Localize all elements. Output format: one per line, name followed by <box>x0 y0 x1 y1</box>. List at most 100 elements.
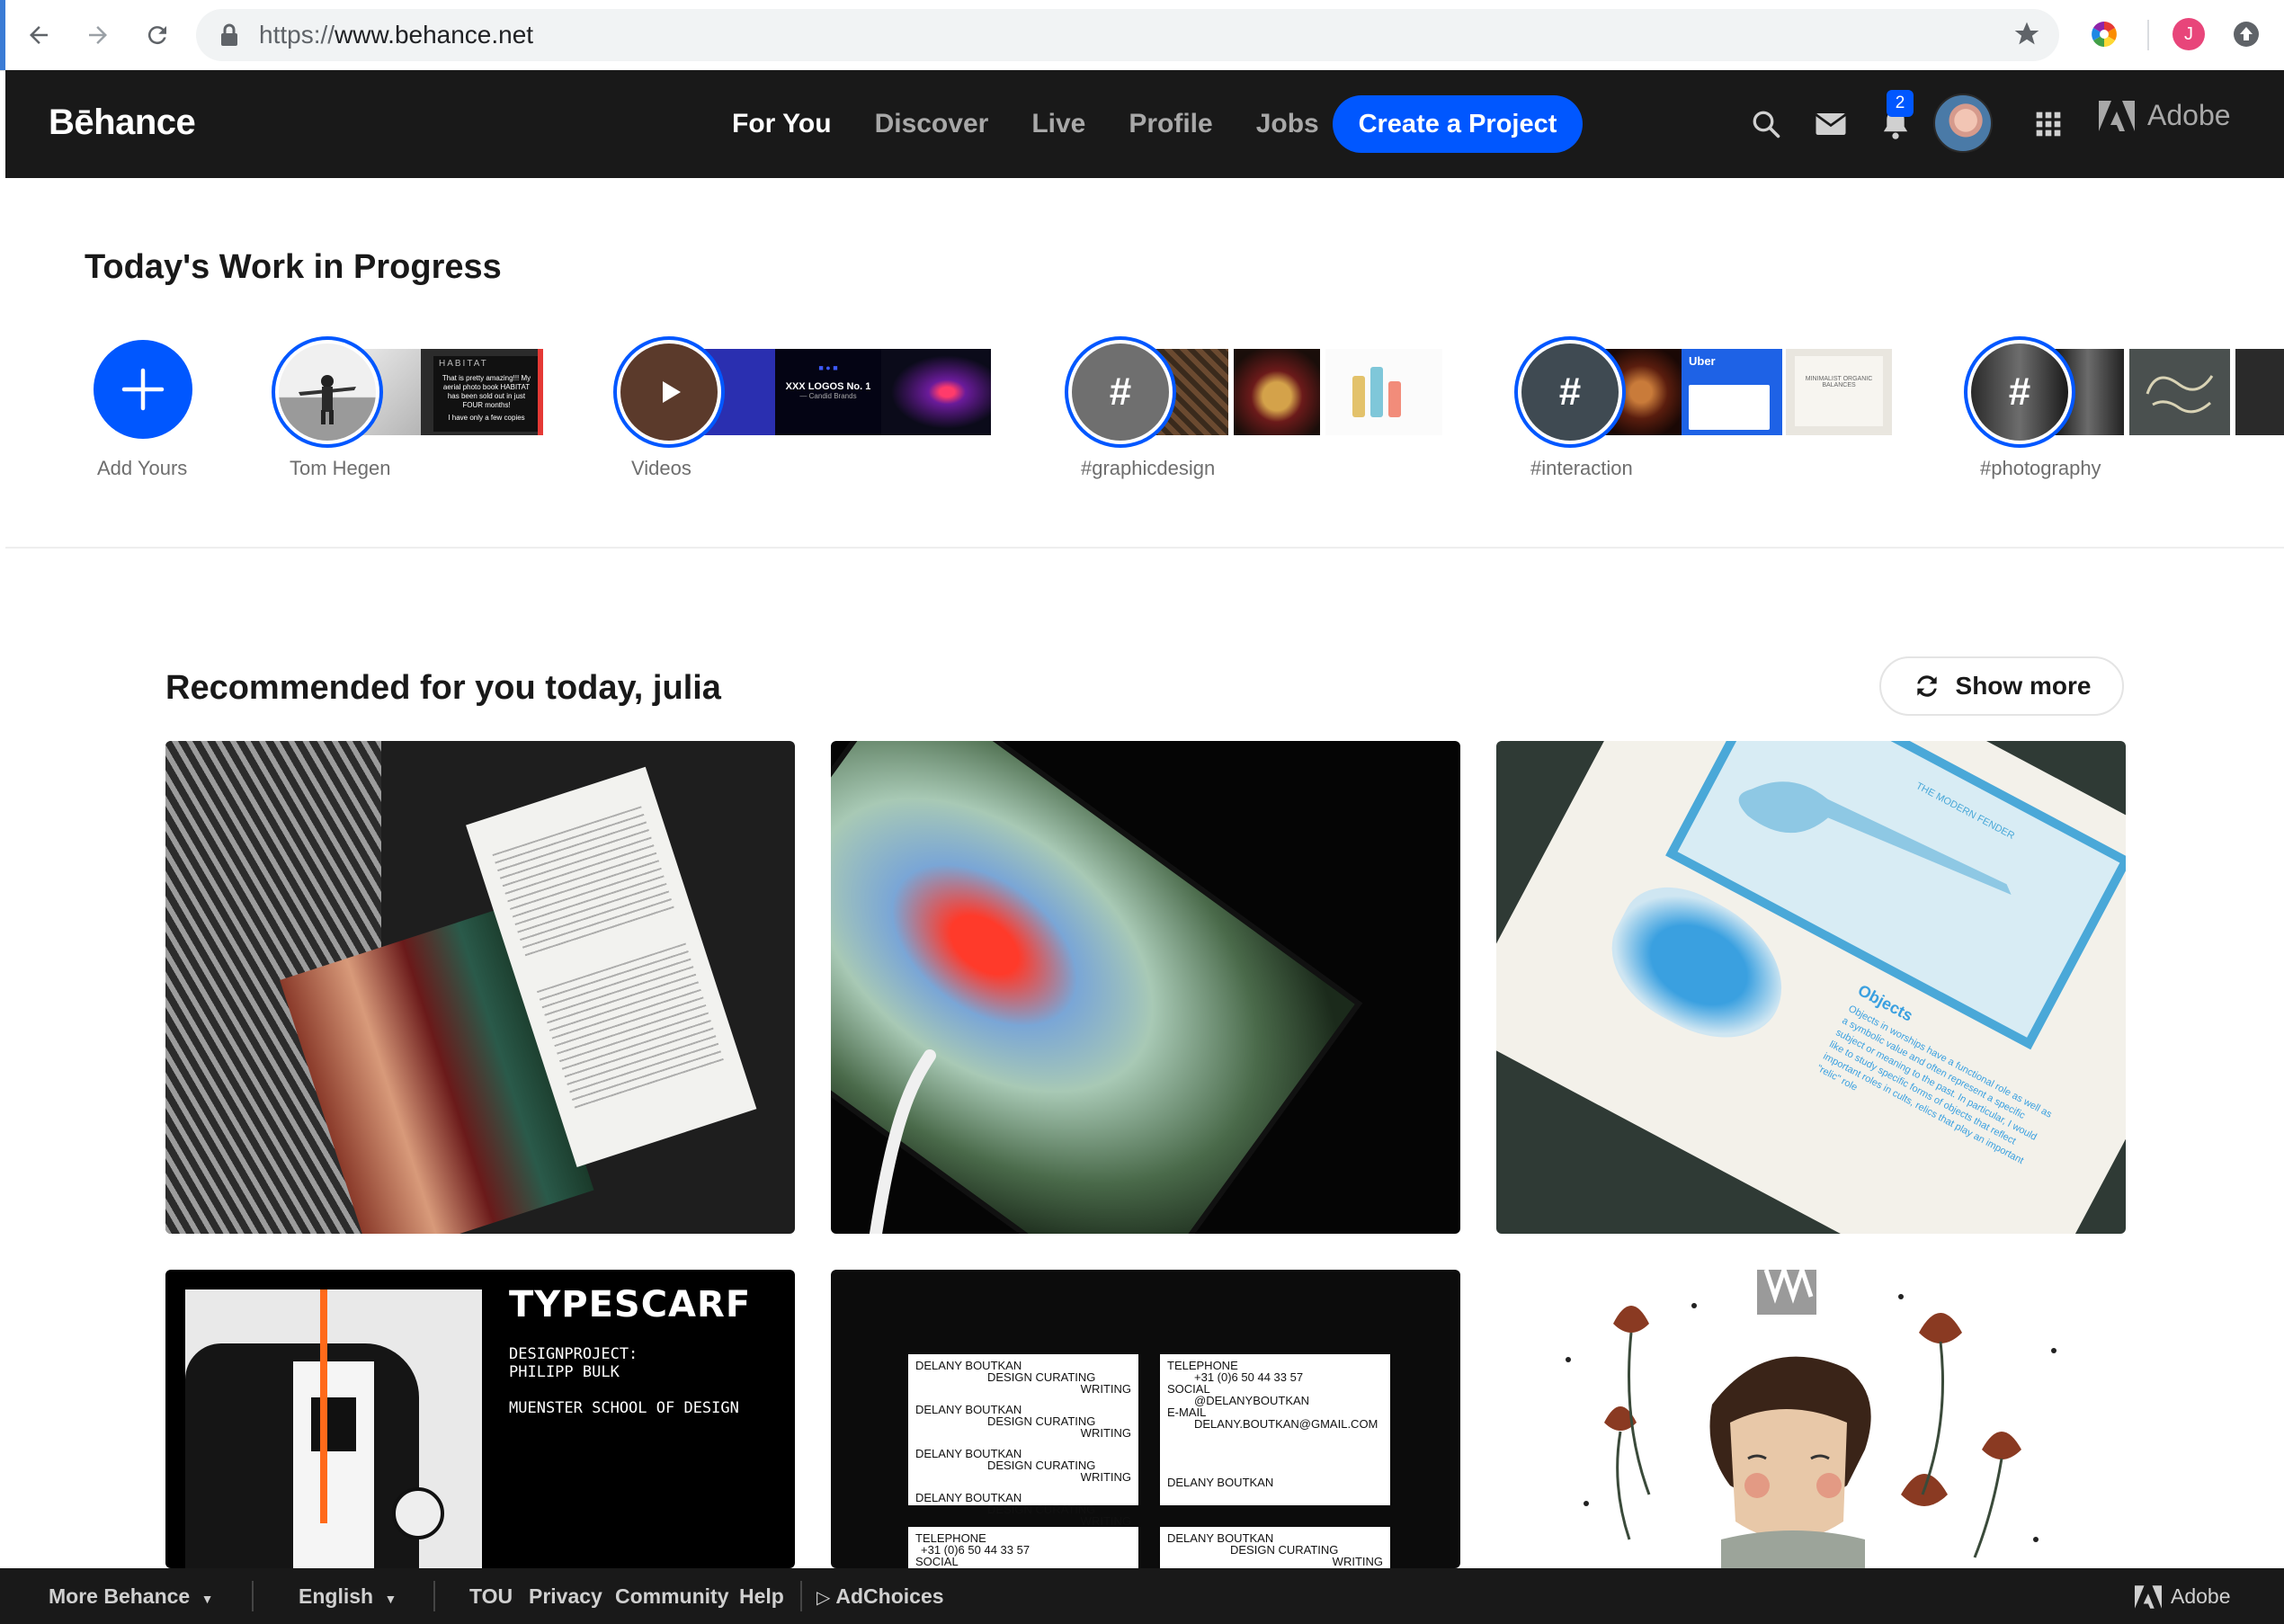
habitat-body: That is pretty amazing!!! My aerial phot… <box>442 374 531 409</box>
add-yours-button[interactable] <box>94 340 192 439</box>
nav-live[interactable]: Live <box>1031 109 1085 139</box>
language-selector[interactable]: English ▼ <box>299 1584 397 1609</box>
nav-for-you[interactable]: For You <box>732 109 832 139</box>
biz-name-5: DELANY BOUTKAN <box>1167 1476 1274 1489</box>
notification-count-badge: 2 <box>1887 90 1914 117</box>
biz-social-label-2: SOCIAL <box>915 1555 959 1568</box>
project-card-abstract-screen[interactable] <box>831 741 1460 1234</box>
project-card-illustration[interactable] <box>1496 1270 2126 1568</box>
typescarf-line1: DESIGNPROJECT: <box>509 1345 638 1363</box>
messages-icon[interactable] <box>1811 104 1851 144</box>
wip-thumb-photography[interactable] <box>2052 349 2284 435</box>
logos-title: XXX LOGOS No. 1 <box>785 381 871 392</box>
wip-thumb-graphicdesign[interactable] <box>1151 349 1442 435</box>
footer-link-community[interactable]: Community <box>615 1584 729 1609</box>
recommended-title: Recommended for you today, julia <box>165 669 721 707</box>
typescarf-line2: PHILIPP BULK <box>509 1363 620 1381</box>
nav-discover[interactable]: Discover <box>875 109 989 139</box>
footer-separator <box>433 1581 435 1611</box>
adchoices-icon: ▷ <box>816 1588 831 1608</box>
wip-label-graphicdesign: #graphicdesign <box>1081 457 1216 479</box>
nav-profile[interactable]: Profile <box>1129 109 1212 139</box>
user-avatar[interactable] <box>1933 94 1993 153</box>
apps-grid-icon[interactable] <box>2029 104 2068 144</box>
adobe-link[interactable]: Adobe <box>2099 99 2231 132</box>
wip-avatar-interaction[interactable]: # <box>1514 336 1626 448</box>
reload-icon[interactable] <box>137 14 178 56</box>
wip-thumb-interaction[interactable]: Uber MINIMALIST ORGANIC BALANCES <box>1601 349 1892 435</box>
footer-adobe-label: Adobe <box>2171 1584 2231 1608</box>
habitat-title: HABITAT <box>439 359 488 369</box>
search-icon[interactable] <box>1746 104 1786 144</box>
wip-avatar-tom-hegen[interactable] <box>272 336 383 448</box>
adobe-label: Adobe <box>2147 99 2231 131</box>
typescarf-title: TYPESCARF <box>509 1284 752 1325</box>
adobe-icon <box>2099 100 2135 131</box>
biz-role-1b: WRITING <box>1080 1382 1131 1396</box>
minimalist-text: MINIMALIST ORGANIC BALANCES <box>1795 356 1883 426</box>
back-icon[interactable] <box>18 14 59 56</box>
more-behance-menu[interactable]: More Behance ▼ <box>49 1584 213 1609</box>
biz-role-6b: WRITING <box>1332 1555 1383 1568</box>
hashtag-icon: # <box>2008 370 2031 414</box>
nav-jobs[interactable]: Jobs <box>1256 109 1319 139</box>
biz-role-2b: WRITING <box>1080 1426 1131 1440</box>
hashtag-icon: # <box>1558 370 1582 414</box>
profile-initial: J <box>2172 18 2205 50</box>
show-more-button[interactable]: Show more <box>1879 656 2124 716</box>
forward-icon[interactable] <box>77 14 119 56</box>
language-label: English <box>299 1584 374 1608</box>
more-behance-label: More Behance <box>49 1584 191 1608</box>
footer-bar: More Behance ▼ English ▼ TOU Privacy Com… <box>0 1568 2284 1624</box>
color-wheel-extension-icon[interactable] <box>2086 16 2122 52</box>
project-card-objects-book[interactable]: THE MODERN FENDER Objects Objects in wor… <box>1496 741 2126 1234</box>
update-icon[interactable] <box>2228 16 2264 52</box>
show-more-label: Show more <box>1955 672 2092 700</box>
biz-role-4b: WRITING <box>1080 1514 1131 1528</box>
behance-logo[interactable]: Bēhance <box>49 103 196 143</box>
wip-avatar-photography[interactable]: # <box>1964 336 2075 448</box>
caret-down-icon: ▼ <box>201 1592 214 1606</box>
plus-icon <box>121 368 165 411</box>
wip-label-add-yours: Add Yours <box>97 457 188 479</box>
footer-separator <box>800 1581 802 1611</box>
lock-icon <box>219 23 239 51</box>
hashtag-icon: # <box>1109 370 1132 414</box>
footer-separator <box>252 1581 254 1611</box>
adchoices-label: AdChoices <box>835 1584 944 1608</box>
play-icon <box>663 381 681 403</box>
biz-role-3b: WRITING <box>1080 1470 1131 1484</box>
bookmark-star-icon[interactable] <box>2012 20 2041 53</box>
browser-toolbar: https://www.behance.net J <box>0 0 2284 71</box>
footer-link-help[interactable]: Help <box>739 1584 784 1609</box>
wip-thumb-videos[interactable]: ■ ● ■ XXX LOGOS No. 1 — Candid Brands <box>696 349 991 435</box>
footer-link-privacy[interactable]: Privacy <box>529 1584 602 1609</box>
profile-avatar-button[interactable]: J <box>2171 16 2207 52</box>
adobe-icon <box>2135 1584 2162 1609</box>
logos-sub: — Candid Brands <box>799 392 857 400</box>
wip-label-photography: #photography <box>1980 457 2101 479</box>
wip-avatar-videos[interactable] <box>613 336 725 448</box>
wip-label-interaction: #interaction <box>1530 457 1633 479</box>
wip-section-title: Today's Work in Progress <box>85 248 502 286</box>
project-card-business-cards[interactable]: DELANY BOUTKAN DESIGN CURATING WRITING D… <box>831 1270 1460 1568</box>
typescarf-line3: MUENSTER SCHOOL OF DESIGN <box>509 1399 739 1417</box>
url-text: https://www.behance.net <box>259 21 534 49</box>
section-divider <box>5 547 2284 549</box>
habitat-more: I have only a few copies <box>448 414 525 422</box>
project-card-book-gradient[interactable] <box>165 741 795 1234</box>
create-project-button[interactable]: Create a Project <box>1333 95 1583 153</box>
main-nav: For You Discover Live Profile Jobs <box>732 70 1362 178</box>
wip-thumb-tom-hegen[interactable]: HABITAT That is pretty amazing!!! My aer… <box>358 349 543 435</box>
address-bar[interactable]: https://www.behance.net <box>196 9 2059 61</box>
wip-avatar-graphicdesign[interactable]: # <box>1065 336 1176 448</box>
toolbar-separator <box>2147 20 2149 50</box>
footer-adobe-link[interactable]: Adobe <box>2135 1584 2231 1609</box>
footer-link-tou[interactable]: TOU <box>469 1584 513 1609</box>
project-card-typescarf[interactable]: TYPESCARF DESIGNPROJECT: PHILIPP BULK MU… <box>165 1270 795 1568</box>
wip-label-tom-hegen: Tom Hegen <box>290 457 391 479</box>
uber-label: Uber <box>1689 354 1716 368</box>
biz-email: DELANY.BOUTKAN@GMAIL.COM <box>1194 1417 1378 1431</box>
adchoices-link[interactable]: ▷ AdChoices <box>816 1584 944 1609</box>
wip-label-videos: Videos <box>631 457 691 479</box>
